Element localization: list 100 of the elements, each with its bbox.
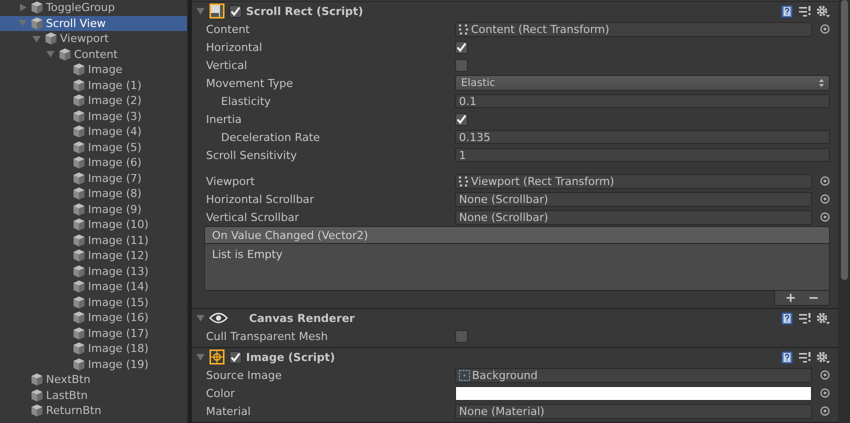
cube-icon [73, 296, 85, 309]
tree-item[interactable]: Content [0, 46, 187, 62]
cube-icon [73, 172, 85, 185]
tree-item[interactable]: Image (12) [0, 248, 187, 264]
cube-icon [73, 342, 85, 356]
tree-item[interactable]: Image (7) [0, 170, 187, 186]
cube-icon [73, 140, 85, 154]
settings-icon[interactable] [816, 312, 830, 324]
tree-item[interactable]: Image (14) [0, 279, 187, 294]
tree-item[interactable]: Image (10) [0, 217, 187, 232]
tree-item[interactable]: NextBtn [0, 372, 187, 388]
sprite-icon [459, 370, 470, 380]
property-label: Vertical [206, 58, 248, 72]
object-field[interactable]: None (Scrollbar) [455, 210, 812, 224]
cube-icon [31, 373, 43, 386]
remove-button[interactable]: − [802, 291, 825, 305]
cube-icon [73, 202, 85, 216]
cube-icon [73, 187, 85, 200]
cube-icon [73, 264, 85, 278]
tree-item[interactable]: Scroll View [0, 16, 187, 31]
cube-icon [73, 94, 85, 108]
component-title: Scroll Rect (Script) [246, 4, 364, 18]
tree-item[interactable]: LastBtn [0, 388, 187, 403]
cube-icon [31, 1, 43, 14]
add-button[interactable]: + [779, 291, 802, 305]
tree-item[interactable]: Image (5) [0, 140, 187, 155]
checkbox[interactable] [455, 112, 468, 126]
checkbox[interactable] [455, 330, 468, 342]
property-label: Horizontal Scrollbar [206, 192, 314, 206]
property-label: Vertical Scrollbar [206, 210, 300, 224]
sliders-icon[interactable] [798, 312, 811, 324]
object-field[interactable]: Viewport (Rect Transform) [455, 174, 812, 188]
object-field[interactable]: None (Material) [455, 404, 812, 418]
property-label: Cull Transparent Mesh [206, 330, 328, 342]
cube-icon [31, 16, 43, 30]
tree-item[interactable]: Image (4) [0, 124, 187, 140]
tree-item[interactable]: Image (2) [0, 93, 187, 108]
color-field[interactable] [455, 386, 812, 400]
settings-icon[interactable] [816, 4, 830, 18]
event-list-body: List is Empty [204, 243, 830, 291]
property-label: Deceleration Rate [221, 130, 320, 144]
cube-icon [73, 63, 85, 76]
tree-item[interactable]: Image (11) [0, 232, 187, 248]
cube-icon [73, 110, 85, 123]
tree-item[interactable]: Image (6) [0, 155, 187, 170]
property-label: Source Image [206, 368, 282, 382]
cube-icon [31, 388, 43, 402]
sliders-icon[interactable] [798, 4, 811, 18]
number-field[interactable]: 1 [455, 148, 830, 162]
rect-transform-icon [459, 176, 469, 186]
tree-item[interactable]: Image (9) [0, 202, 187, 217]
object-field[interactable]: None (Scrollbar) [455, 192, 812, 206]
tree-item[interactable]: Viewport [0, 31, 187, 46]
tree-item[interactable]: Image [0, 62, 187, 78]
dropdown[interactable]: Elastic [455, 75, 830, 91]
help-icon[interactable] [781, 312, 793, 324]
cube-icon [31, 404, 43, 418]
component-title: Image (Script) [246, 350, 335, 364]
tree-item[interactable]: Image (17) [0, 326, 187, 341]
property-label: Material [206, 404, 251, 418]
tree-item[interactable]: ToggleGroup [0, 0, 187, 16]
cube-icon [73, 280, 85, 294]
enabled-checkbox[interactable] [229, 350, 242, 364]
tree-item[interactable]: Image (18) [0, 341, 187, 356]
number-field[interactable]: 0.1 [455, 94, 830, 108]
property-label: Content [206, 22, 250, 36]
scrollbar-thumb[interactable] [840, 0, 848, 280]
cube-icon [73, 326, 85, 340]
number-field[interactable]: 0.135 [455, 130, 830, 144]
tree-item[interactable]: Image (16) [0, 310, 187, 326]
help-icon[interactable] [781, 350, 793, 364]
tree-item[interactable]: Image (8) [0, 186, 187, 202]
tree-item[interactable]: Image (1) [0, 78, 187, 93]
dropdown-arrows-icon [819, 79, 824, 87]
help-icon[interactable] [781, 4, 793, 18]
object-picker-icon[interactable] [820, 24, 830, 34]
cube-icon [73, 234, 85, 247]
tree-item[interactable]: Image (19) [0, 356, 187, 372]
cube-icon [73, 358, 85, 371]
cube-icon [73, 125, 85, 138]
cube-icon [73, 156, 85, 170]
checkbox[interactable] [455, 40, 468, 54]
tree-item[interactable]: Image (13) [0, 264, 187, 279]
sliders-icon[interactable] [798, 350, 811, 364]
property-label: Elasticity [221, 94, 271, 108]
event-header: On Value Changed (Vector2) [204, 226, 830, 243]
property-label: Movement Type [206, 76, 294, 90]
cube-icon [59, 48, 71, 61]
enabled-checkbox[interactable] [229, 4, 242, 18]
tree-item[interactable]: ReturnBtn [0, 403, 187, 418]
settings-icon[interactable] [816, 350, 830, 364]
checkbox[interactable] [455, 58, 468, 72]
rect-transform-icon [459, 24, 469, 34]
object-field[interactable]: Background [455, 368, 812, 382]
object-field[interactable]: Content (Rect Transform) [455, 22, 812, 36]
cube-icon [73, 311, 85, 324]
cube-icon [73, 78, 85, 92]
tree-item[interactable]: Image (3) [0, 108, 187, 124]
property-label: Horizontal [206, 40, 262, 54]
tree-item[interactable]: Image (15) [0, 294, 187, 310]
